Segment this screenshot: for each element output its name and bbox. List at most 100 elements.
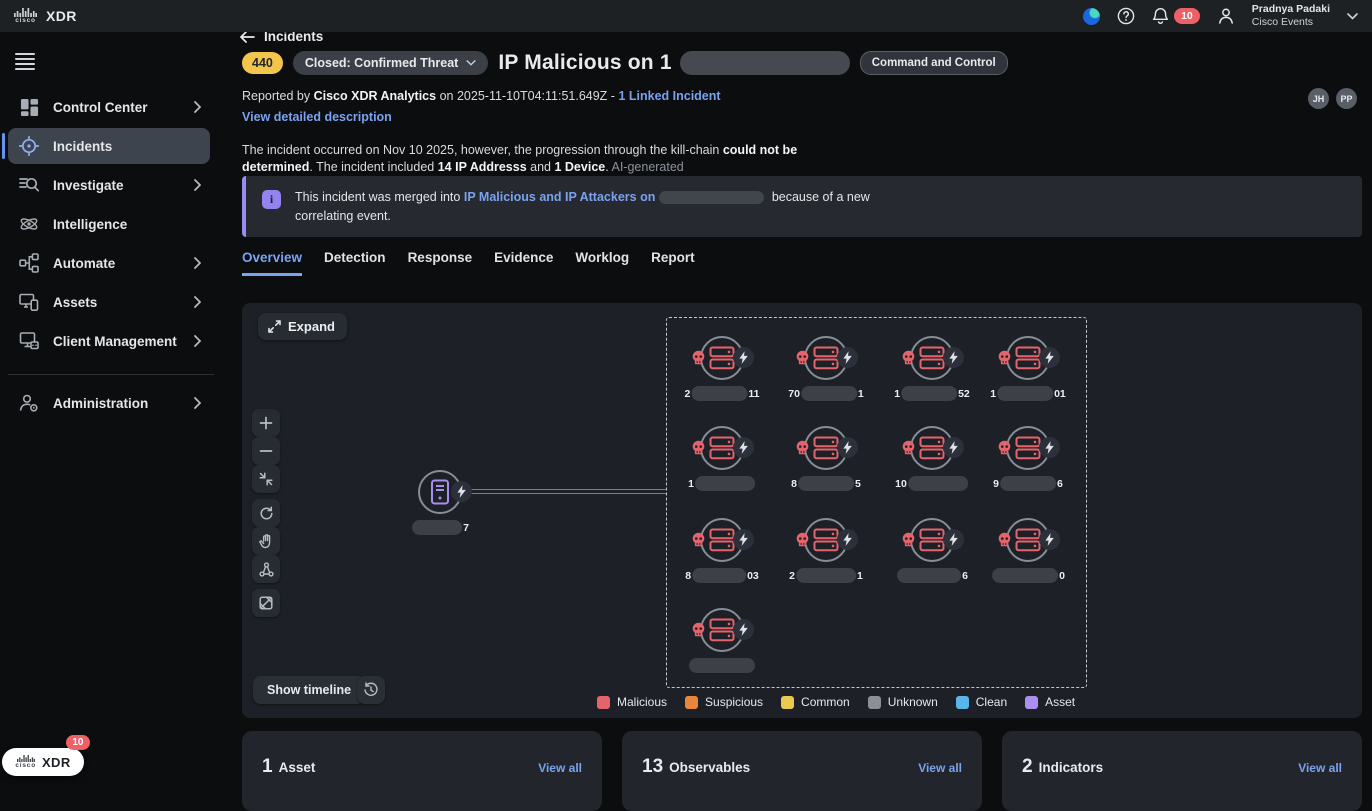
malicious-ip-node[interactable]: 1 01 <box>990 336 1066 401</box>
tab-response[interactable]: Response <box>408 250 473 276</box>
malicious-ip-node[interactable]: 8 03 <box>685 518 759 583</box>
history-icon <box>364 682 378 696</box>
card-label: Indicators <box>1038 760 1104 775</box>
skull-icon <box>997 440 1012 455</box>
legend-malicious: Malicious <box>597 695 667 709</box>
node-label: 1 52 <box>894 386 970 401</box>
node-label: 2 11 <box>684 386 760 401</box>
malicious-ip-node[interactable]: 96 <box>993 426 1063 491</box>
label-redaction <box>691 386 748 401</box>
card-label: Asset <box>278 760 316 775</box>
notification-count-badge[interactable]: 10 <box>1174 8 1200 24</box>
user-menu[interactable]: Pradnya Padaki Cisco Events <box>1252 3 1330 29</box>
label-redaction <box>796 568 856 583</box>
node-label: 8 03 <box>685 568 759 583</box>
menu-icon[interactable] <box>15 50 35 73</box>
tab-bar: Overview Detection Response Evidence Worklog… <box>242 250 695 276</box>
malicious-ip-node[interactable]: 0 <box>992 518 1065 583</box>
investigate-search-icon <box>18 174 40 196</box>
legend-swatch <box>955 695 969 709</box>
banner-text-post: because of a new <box>768 190 870 204</box>
malicious-ip-node[interactable]: 85 <box>791 426 861 491</box>
chevron-right-icon <box>193 101 202 113</box>
user-icon[interactable] <box>1217 7 1235 25</box>
sidebar-item-assets[interactable]: Assets <box>8 284 210 320</box>
app-title: XDR <box>46 7 77 24</box>
reported-source: Cisco XDR Analytics <box>313 89 437 103</box>
legend-unknown: Unknown <box>867 695 938 709</box>
reported-line: Reported by Cisco XDR Analytics on 2025-… <box>242 89 721 103</box>
cisco-wordmark: cisco <box>15 761 36 769</box>
sidebar-item-administration[interactable]: Administration <box>8 385 210 421</box>
floating-count-badge: 10 <box>65 735 90 750</box>
collaborator-avatars: JH PP <box>1308 88 1357 109</box>
relayout-button[interactable] <box>252 555 280 583</box>
sidebar-item-control-center[interactable]: Control Center <box>8 89 210 125</box>
tab-worklog[interactable]: Worklog <box>575 250 629 276</box>
view-all-link[interactable]: View all <box>538 761 582 775</box>
sidebar-nav: Control Center Incidents Investigate Intell… <box>2 89 210 359</box>
fit-view-button[interactable] <box>252 465 280 493</box>
expand-button[interactable]: Expand <box>258 313 347 340</box>
sidebar-item-client-management[interactable]: Client Management <box>8 323 210 359</box>
collaborator-avatar[interactable]: PP <box>1336 88 1357 109</box>
reset-view-button[interactable] <box>252 499 280 527</box>
assets-devices-icon <box>18 291 40 313</box>
expand-label: Expand <box>288 319 335 334</box>
sidebar-item-investigate[interactable]: Investigate <box>8 167 210 203</box>
malicious-ip-node[interactable]: 1 52 <box>894 336 970 401</box>
xdr-assistant-pill[interactable]: cisco XDR 10 <box>2 735 90 776</box>
malicious-ip-node[interactable]: 10 <box>895 426 968 491</box>
malicious-ip-node[interactable]: 1 <box>688 426 755 491</box>
brand: cisco XDR <box>14 8 77 25</box>
status-dropdown[interactable]: Closed: Confirmed Threat <box>292 51 489 75</box>
reported-timestamp: 2025-11-10T04:11:51.649Z <box>456 89 608 103</box>
malicious-ip-node[interactable]: 2 11 <box>685 336 759 401</box>
tab-overview[interactable]: Overview <box>242 250 303 276</box>
malicious-ip-node[interactable] <box>689 608 755 673</box>
node-label: 7 <box>411 520 469 535</box>
tab-evidence[interactable]: Evidence <box>494 250 553 276</box>
malicious-ip-node[interactable]: 6 <box>897 518 968 583</box>
zoom-out-button[interactable] <box>252 437 280 465</box>
back-arrow-icon[interactable] <box>240 30 255 43</box>
sidebar-item-label: Automate <box>53 255 116 271</box>
view-description-link[interactable]: View detailed description <box>242 110 392 124</box>
view-all-link[interactable]: View all <box>1298 761 1342 775</box>
relayout-icon <box>258 561 274 577</box>
legend-label: Asset <box>1045 695 1076 709</box>
malicious-ip-node[interactable]: 70 1 <box>788 336 864 401</box>
webex-icon[interactable] <box>1083 7 1101 25</box>
view-all-link[interactable]: View all <box>918 761 962 775</box>
hide-overlay-button[interactable] <box>252 589 280 617</box>
merged-incident-link[interactable]: IP Malicious and IP Attackers on <box>464 190 656 204</box>
pan-button[interactable] <box>252 527 280 555</box>
skull-icon <box>691 440 706 455</box>
sidebar-item-automate[interactable]: Automate <box>8 245 210 281</box>
incidents-target-icon <box>18 135 40 157</box>
history-button[interactable] <box>357 676 385 704</box>
node-label: 6 <box>896 568 968 583</box>
lightning-icon <box>1039 347 1060 368</box>
help-icon[interactable] <box>1117 7 1135 25</box>
notifications-bell-icon[interactable] <box>1152 7 1169 25</box>
reported-separator: - <box>610 89 615 103</box>
legend-label: Clean <box>975 695 1008 709</box>
chevron-down-icon[interactable] <box>1347 12 1358 20</box>
sidebar-item-incidents[interactable]: Incidents <box>2 128 210 164</box>
collaborator-avatar[interactable]: JH <box>1308 88 1329 109</box>
malicious-ip-node[interactable]: 21 <box>789 518 863 583</box>
client-management-icon <box>18 330 40 352</box>
sidebar-item-intelligence[interactable]: Intelligence <box>8 206 210 242</box>
show-timeline-button[interactable]: Show timeline <box>253 676 366 704</box>
sidebar-item-label: Client Management <box>53 333 177 349</box>
zoom-in-button[interactable] <box>252 409 280 437</box>
linked-incident-link[interactable]: 1 Linked Incident <box>618 89 720 103</box>
asset-node[interactable]: 7 <box>412 470 472 535</box>
tab-report[interactable]: Report <box>651 250 695 276</box>
skull-icon <box>795 350 810 365</box>
expand-icon <box>268 320 281 333</box>
summary-card-observables: 13 Observables View all <box>622 731 982 811</box>
merge-info-banner: i This incident was merged into IP Malic… <box>242 176 1362 237</box>
tab-detection[interactable]: Detection <box>324 250 386 276</box>
